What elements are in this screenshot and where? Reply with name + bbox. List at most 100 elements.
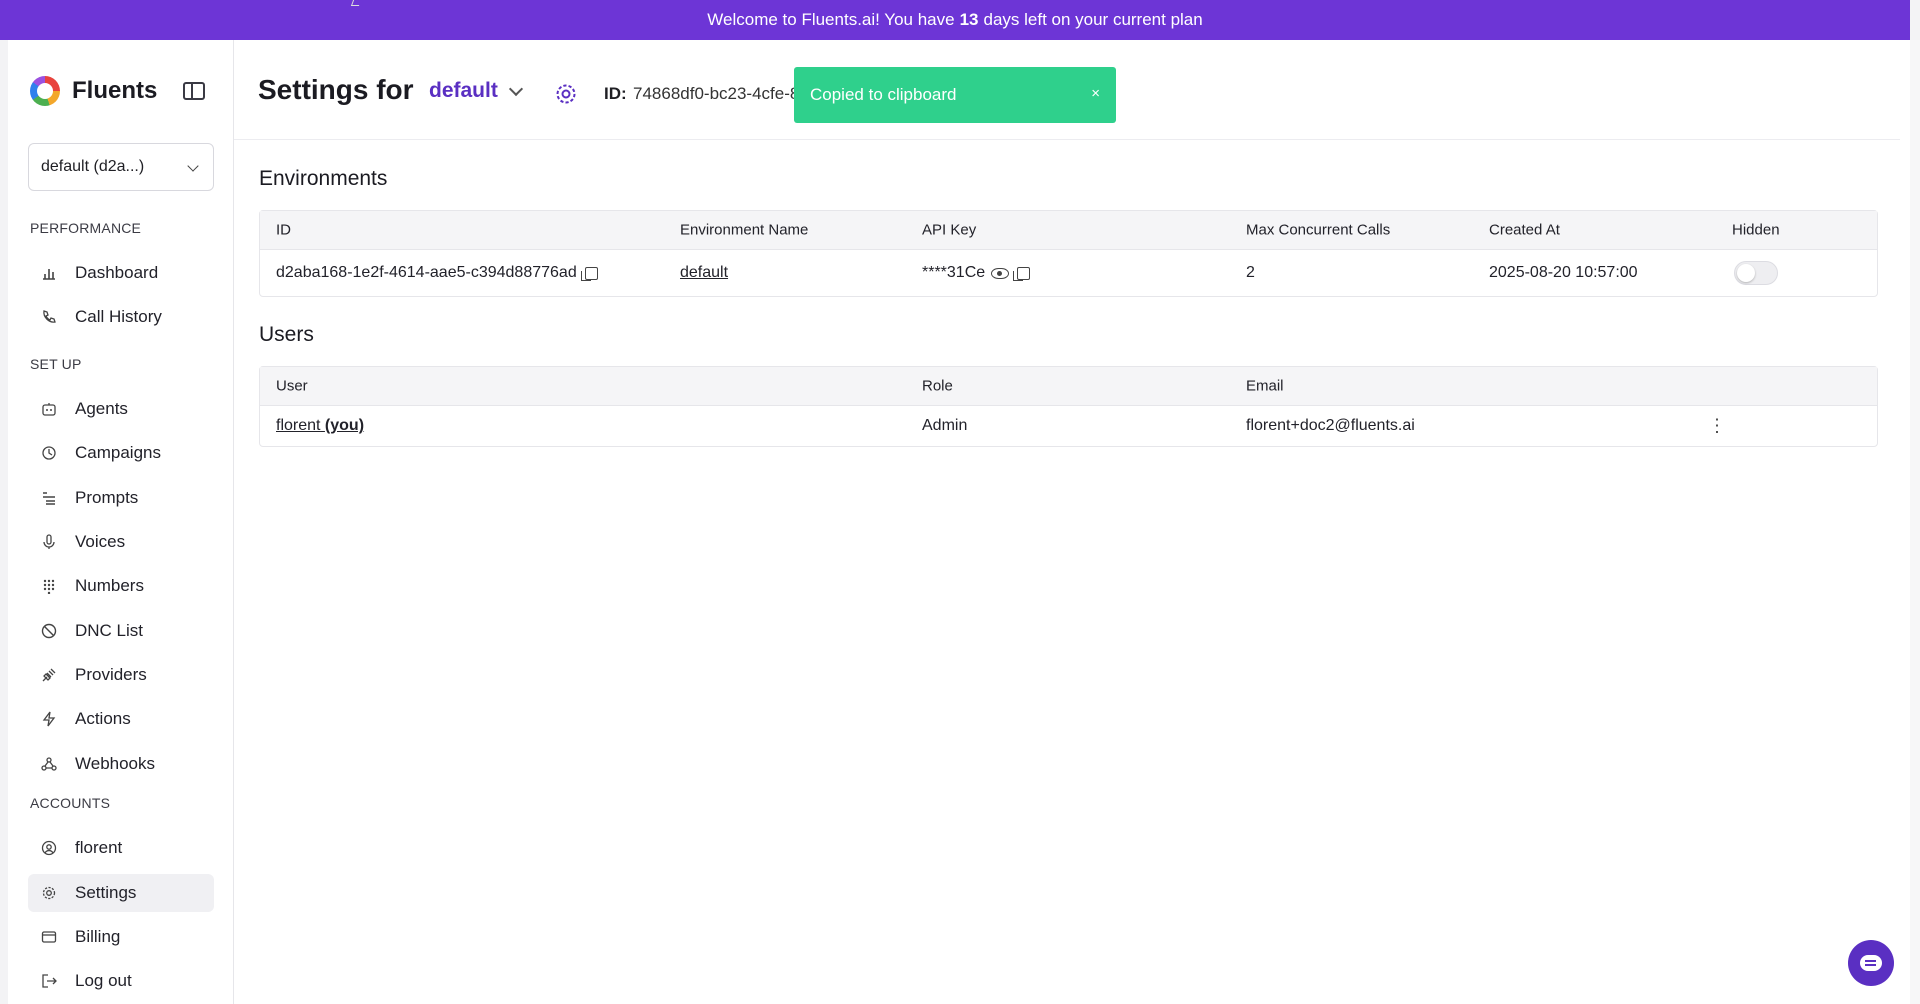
- webhook-icon: [40, 755, 58, 773]
- table-header: User Role Email: [260, 367, 1877, 406]
- plug-icon: [40, 666, 58, 684]
- dialpad-icon: [40, 577, 58, 595]
- sidebar-item-label: Agents: [75, 399, 128, 418]
- fluents-logo-icon: [30, 76, 60, 106]
- sidebar-item-label: florent: [75, 838, 123, 857]
- section-accounts: ACCOUNTS: [30, 795, 111, 811]
- id-label: ID:: [604, 84, 627, 103]
- user-link[interactable]: florent (you): [276, 417, 364, 435]
- column-header: Hidden: [1732, 221, 1780, 239]
- copied-toast: Copied to clipboard ×: [794, 67, 1116, 123]
- sidebar-item-florent[interactable]: florent: [28, 829, 214, 867]
- gear-icon: [40, 884, 58, 902]
- toast-message: Copied to clipboard: [810, 85, 957, 104]
- sidebar-item-providers[interactable]: Providers: [28, 656, 214, 694]
- sidebar-item-call-history[interactable]: Call History: [28, 298, 214, 336]
- more-options-icon[interactable]: ⋮: [1708, 416, 1726, 437]
- chevron-down-icon: [187, 160, 199, 172]
- sidebar-item-label: Log out: [75, 971, 132, 990]
- close-icon[interactable]: ×: [1091, 85, 1100, 102]
- sidebar-item-label: Call History: [75, 307, 162, 326]
- sidebar-item-label: Dashboard: [75, 263, 159, 282]
- chevron-down-icon[interactable]: [508, 81, 524, 97]
- section-setup: SET UP: [30, 356, 82, 372]
- id-value: 74868df0-bc23-4cfe-8: [633, 84, 800, 103]
- robot-icon: [40, 400, 58, 418]
- sidebar-item-label: Billing: [75, 927, 121, 946]
- sidebar-item-label: Providers: [75, 665, 147, 684]
- environment-id: d2aba168-1e2f-4614-aae5-c394d88776ad: [276, 264, 577, 281]
- sidebar-item-label: Actions: [75, 709, 131, 728]
- bolt-icon: [40, 710, 58, 728]
- chat-support-icon[interactable]: [1848, 940, 1894, 986]
- sidebar-item-voices[interactable]: Voices: [28, 523, 214, 561]
- trial-banner: Welcome to Fluents.ai! You have 13 days …: [0, 0, 1910, 40]
- sidebar-item-label: Voices: [75, 532, 126, 551]
- sidebar-item-actions[interactable]: Actions: [28, 700, 214, 738]
- page-title: Settings for: [258, 74, 414, 105]
- banner-days: 13: [959, 10, 979, 29]
- sidebar-item-label: Webhooks: [75, 754, 156, 773]
- gear-icon[interactable]: [554, 82, 578, 106]
- wallet-icon: [40, 928, 58, 946]
- sidebar-item-numbers[interactable]: Numbers: [28, 567, 214, 605]
- environments-table: ID Environment Name API Key Max Concurre…: [259, 210, 1878, 297]
- sidebar-item-logout[interactable]: Log out: [28, 962, 214, 1000]
- environment-name-link[interactable]: default: [680, 264, 728, 282]
- hidden-toggle-cell: [1734, 261, 1778, 285]
- you-label: (you): [324, 417, 365, 434]
- sidebar-item-campaigns[interactable]: Campaigns: [28, 434, 214, 472]
- copy-icon[interactable]: [580, 266, 598, 281]
- environment-select[interactable]: default (d2a...): [28, 143, 214, 191]
- eye-icon[interactable]: [991, 267, 1010, 279]
- copy-icon[interactable]: [1013, 266, 1031, 281]
- sidebar-item-agents[interactable]: Agents: [28, 390, 214, 428]
- hidden-toggle[interactable]: [1734, 261, 1778, 285]
- column-header: Max Concurrent Calls: [1246, 221, 1391, 239]
- brand[interactable]: Fluents: [30, 76, 157, 106]
- campaign-icon: [40, 444, 58, 462]
- table-row: d2aba168-1e2f-4614-aae5-c394d88776ad def…: [260, 250, 1877, 296]
- sidebar-item-label: DNC List: [75, 621, 144, 640]
- created-at: 2025-08-20 10:57:00: [1489, 264, 1638, 281]
- section-performance: PERFORMANCE: [30, 220, 142, 236]
- column-header: Created At: [1489, 221, 1560, 239]
- user-circle-icon: [40, 839, 58, 857]
- user-name: florent: [276, 417, 321, 434]
- user-email: florent+doc2@fluents.ai: [1246, 417, 1415, 434]
- environment-name-dropdown[interactable]: default: [429, 79, 498, 103]
- microphone-icon: [40, 533, 58, 551]
- sidebar-item-label: Campaigns: [75, 443, 161, 462]
- sidebar-item-label: Settings: [75, 883, 137, 902]
- column-header: ID: [276, 221, 291, 239]
- users-heading: Users: [259, 323, 314, 346]
- banner-suffix: days left on your current plan: [983, 10, 1203, 29]
- sidebar-item-settings[interactable]: Settings: [28, 874, 214, 912]
- brand-name: Fluents: [72, 77, 158, 104]
- sidebar-toggle-icon[interactable]: [183, 82, 205, 100]
- user-role: Admin: [922, 417, 968, 434]
- list-icon: [40, 489, 58, 507]
- column-header: Environment Name: [680, 221, 809, 239]
- column-header: User: [276, 377, 308, 395]
- sidebar-item-dashboard[interactable]: Dashboard: [28, 254, 214, 292]
- sidebar-item-billing[interactable]: Billing: [28, 918, 214, 956]
- environment-id-cell: d2aba168-1e2f-4614-aae5-c394d88776ad: [276, 264, 598, 282]
- environment-select-value: default (d2a...): [41, 158, 145, 175]
- users-table: User Role Email florent (you) Admin flor…: [259, 366, 1878, 447]
- column-header: Email: [1246, 377, 1284, 395]
- sidebar-item-label: Numbers: [75, 576, 144, 595]
- scrollbar[interactable]: [1910, 40, 1920, 1004]
- column-header: API Key: [922, 221, 977, 239]
- banner-prefix: Welcome to Fluents.ai! You have: [707, 10, 955, 29]
- ban-icon: [40, 622, 58, 640]
- table-row: florent (you) Admin florent+doc2@fluents…: [260, 406, 1877, 446]
- environments-heading: Environments: [259, 167, 388, 190]
- sidebar: Fluents default (d2a...) PERFORMANCE Das…: [8, 40, 234, 1004]
- sidebar-item-webhooks[interactable]: Webhooks: [28, 745, 214, 783]
- column-header: Role: [922, 377, 953, 395]
- table-header: ID Environment Name API Key Max Concurre…: [260, 211, 1877, 250]
- sidebar-item-prompts[interactable]: Prompts: [28, 479, 214, 517]
- sidebar-item-dnc-list[interactable]: DNC List: [28, 612, 214, 650]
- sidebar-item-label: Prompts: [75, 488, 139, 507]
